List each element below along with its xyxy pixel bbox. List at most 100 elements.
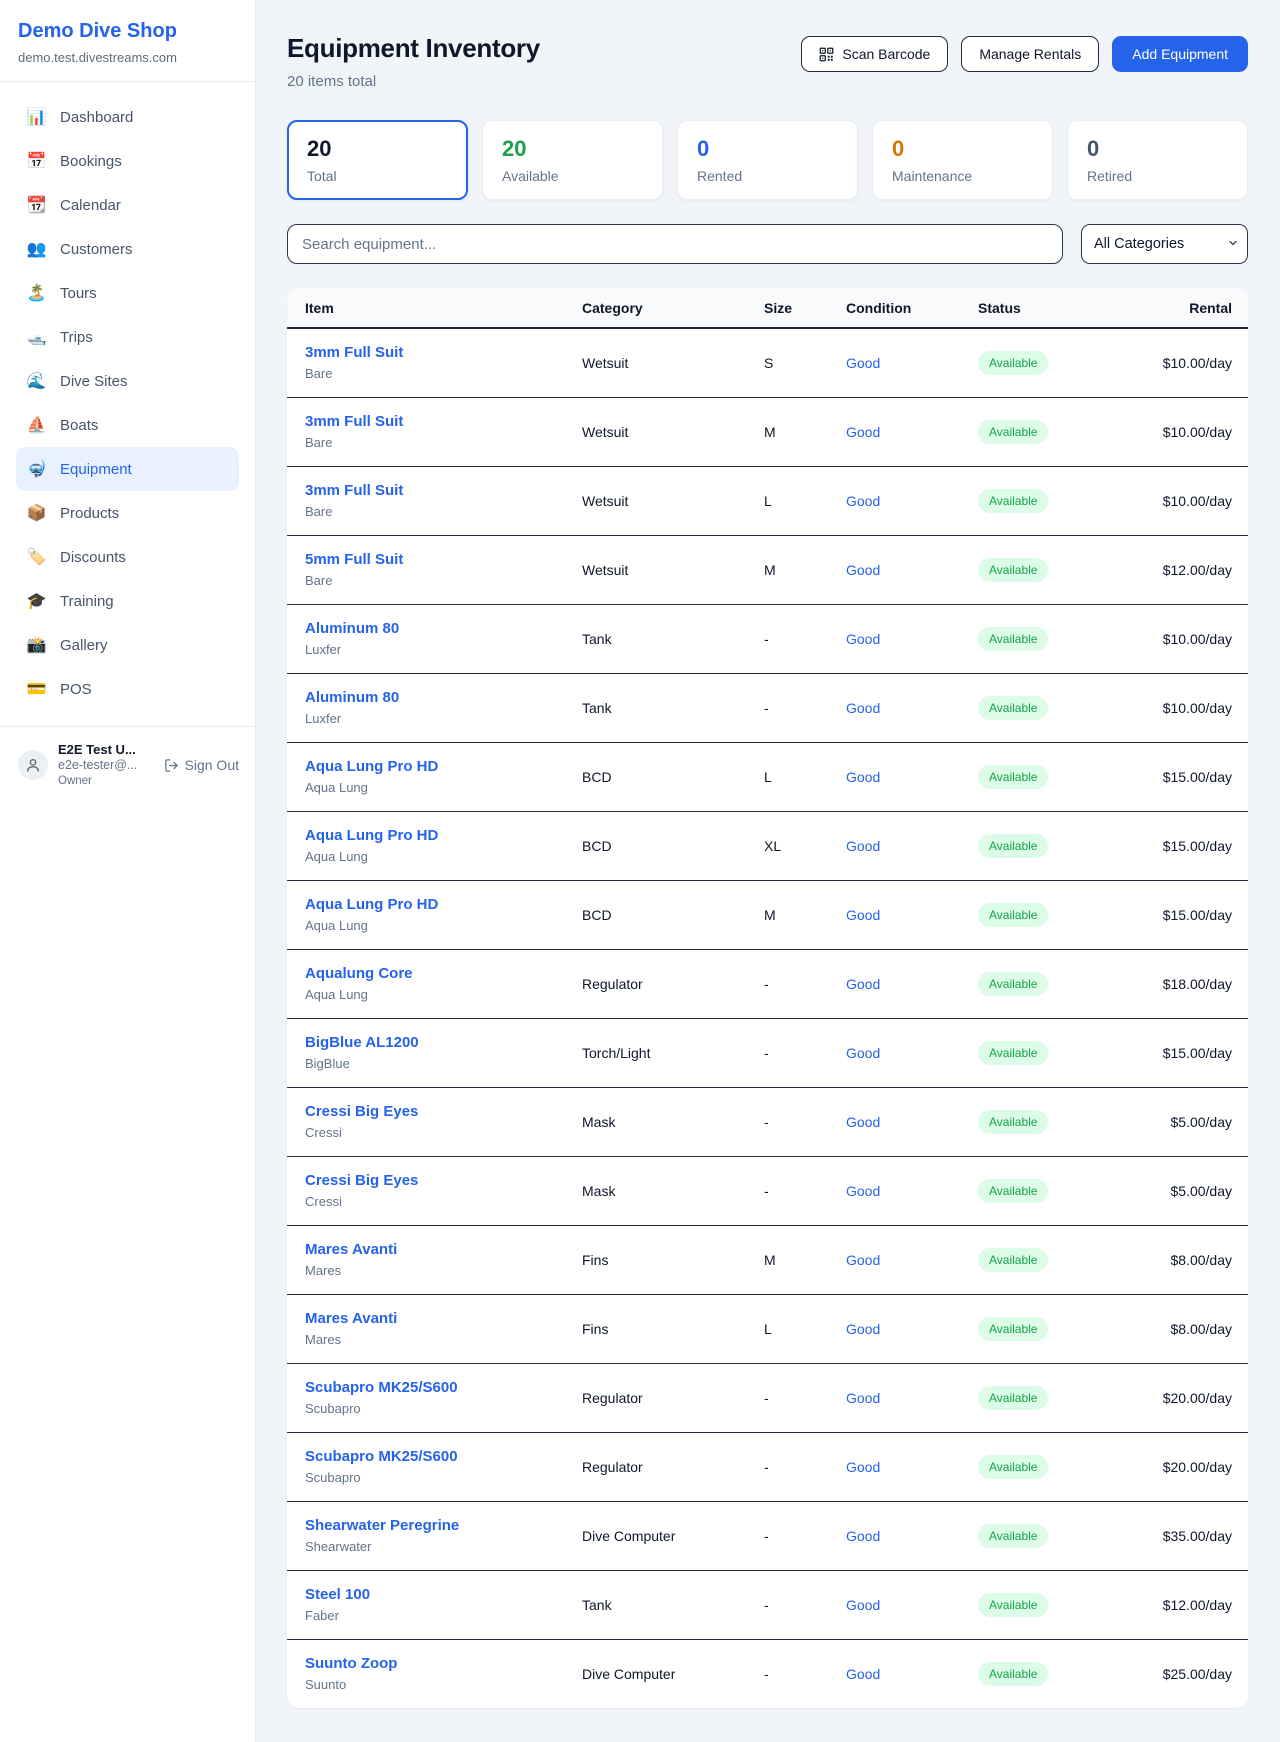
item-name-link[interactable]: Aqua Lung Pro HD bbox=[305, 758, 582, 776]
sidebar-item-discounts[interactable]: 🏷️ Discounts bbox=[16, 535, 239, 579]
sidebar-item-dashboard[interactable]: 📊 Dashboard bbox=[16, 95, 239, 139]
status-badge: Available bbox=[978, 1248, 1048, 1272]
table-row[interactable]: Mares Avanti Mares Fins L Good Available… bbox=[287, 1294, 1248, 1363]
item-name-link[interactable]: Shearwater Peregrine bbox=[305, 1517, 582, 1535]
page-header: Equipment Inventory 20 items total Scan … bbox=[287, 33, 1248, 90]
table-row[interactable]: Cressi Big Eyes Cressi Mask - Good Avail… bbox=[287, 1156, 1248, 1225]
condition-link[interactable]: Good bbox=[846, 1183, 880, 1199]
table-row[interactable]: Aqualung Core Aqua Lung Regulator - Good… bbox=[287, 949, 1248, 1018]
item-category: BCD bbox=[582, 742, 764, 811]
sidebar-item-products[interactable]: 📦 Products bbox=[16, 491, 239, 535]
sidebar-item-training[interactable]: 🎓 Training bbox=[16, 579, 239, 623]
item-name-link[interactable]: 3mm Full Suit bbox=[305, 344, 582, 362]
item-name-link[interactable]: 3mm Full Suit bbox=[305, 482, 582, 500]
table-row[interactable]: Mares Avanti Mares Fins M Good Available… bbox=[287, 1225, 1248, 1294]
item-name-link[interactable]: 5mm Full Suit bbox=[305, 551, 582, 569]
condition-link[interactable]: Good bbox=[846, 976, 880, 992]
stat-card-total[interactable]: 20 Total bbox=[287, 120, 468, 200]
table-row[interactable]: Aqua Lung Pro HD Aqua Lung BCD M Good Av… bbox=[287, 880, 1248, 949]
stat-card-rented[interactable]: 0 Rented bbox=[677, 120, 858, 200]
item-name-link[interactable]: Mares Avanti bbox=[305, 1241, 582, 1259]
sidebar-item-gallery[interactable]: 📸 Gallery bbox=[16, 623, 239, 667]
table-row[interactable]: Aqua Lung Pro HD Aqua Lung BCD L Good Av… bbox=[287, 742, 1248, 811]
sidebar-item-bookings[interactable]: 📅 Bookings bbox=[16, 139, 239, 183]
item-name-link[interactable]: Cressi Big Eyes bbox=[305, 1172, 582, 1190]
condition-link[interactable]: Good bbox=[846, 631, 880, 647]
table-row[interactable]: Shearwater Peregrine Shearwater Dive Com… bbox=[287, 1501, 1248, 1570]
sidebar-item-boats[interactable]: ⛵ Boats bbox=[16, 403, 239, 447]
sidebar-item-equipment[interactable]: 🤿 Equipment bbox=[16, 447, 239, 491]
table-row[interactable]: Scubapro MK25/S600 Scubapro Regulator - … bbox=[287, 1363, 1248, 1432]
sidebar-item-label: Training bbox=[60, 593, 114, 610]
item-name-link[interactable]: Steel 100 bbox=[305, 1586, 582, 1604]
condition-link[interactable]: Good bbox=[846, 838, 880, 854]
table-row[interactable]: Cressi Big Eyes Cressi Mask - Good Avail… bbox=[287, 1087, 1248, 1156]
item-name-link[interactable]: Suunto Zoop bbox=[305, 1655, 582, 1673]
item-name-link[interactable]: Aluminum 80 bbox=[305, 689, 582, 707]
item-name-link[interactable]: Scubapro MK25/S600 bbox=[305, 1379, 582, 1397]
condition-link[interactable]: Good bbox=[846, 700, 880, 716]
table-row[interactable]: Aluminum 80 Luxfer Tank - Good Available… bbox=[287, 604, 1248, 673]
condition-link[interactable]: Good bbox=[846, 1045, 880, 1061]
item-size: M bbox=[764, 1225, 846, 1294]
condition-link[interactable]: Good bbox=[846, 769, 880, 785]
scan-barcode-button[interactable]: Scan Barcode bbox=[801, 36, 948, 72]
status-badge: Available bbox=[978, 1386, 1048, 1410]
sidebar-item-customers[interactable]: 👥 Customers bbox=[16, 227, 239, 271]
table-row[interactable]: 3mm Full Suit Bare Wetsuit S Good Availa… bbox=[287, 328, 1248, 397]
table-row[interactable]: BigBlue AL1200 BigBlue Torch/Light - Goo… bbox=[287, 1018, 1248, 1087]
table-row[interactable]: Suunto Zoop Suunto Dive Computer - Good … bbox=[287, 1639, 1248, 1708]
stat-value: 20 bbox=[502, 136, 643, 162]
manage-rentals-button[interactable]: Manage Rentals bbox=[961, 36, 1099, 72]
item-name-link[interactable]: Aqualung Core bbox=[305, 965, 582, 983]
table-row[interactable]: 3mm Full Suit Bare Wetsuit M Good Availa… bbox=[287, 397, 1248, 466]
item-name-link[interactable]: Aqua Lung Pro HD bbox=[305, 827, 582, 845]
condition-link[interactable]: Good bbox=[846, 1528, 880, 1544]
item-name-link[interactable]: Cressi Big Eyes bbox=[305, 1103, 582, 1121]
item-name-link[interactable]: Aluminum 80 bbox=[305, 620, 582, 638]
category-select[interactable]: All Categories bbox=[1081, 224, 1248, 264]
item-name-link[interactable]: Mares Avanti bbox=[305, 1310, 582, 1328]
condition-link[interactable]: Good bbox=[846, 562, 880, 578]
item-name-link[interactable]: Aqua Lung Pro HD bbox=[305, 896, 582, 914]
table-row[interactable]: Aluminum 80 Luxfer Tank - Good Available… bbox=[287, 673, 1248, 742]
sign-out-button[interactable]: Sign Out bbox=[164, 757, 239, 773]
table-row[interactable]: Scubapro MK25/S600 Scubapro Regulator - … bbox=[287, 1432, 1248, 1501]
condition-link[interactable]: Good bbox=[846, 1114, 880, 1130]
title-block: Equipment Inventory 20 items total bbox=[287, 33, 540, 90]
condition-link[interactable]: Good bbox=[846, 907, 880, 923]
search-input[interactable] bbox=[287, 224, 1063, 264]
table-row[interactable]: Aqua Lung Pro HD Aqua Lung BCD XL Good A… bbox=[287, 811, 1248, 880]
condition-link[interactable]: Good bbox=[846, 1252, 880, 1268]
item-size: - bbox=[764, 1639, 846, 1708]
sidebar-item-trips[interactable]: 🛥️ Trips bbox=[16, 315, 239, 359]
stat-card-available[interactable]: 20 Available bbox=[482, 120, 663, 200]
sidebar-item-dive-sites[interactable]: 🌊 Dive Sites bbox=[16, 359, 239, 403]
add-equipment-button[interactable]: Add Equipment bbox=[1112, 36, 1248, 72]
item-size: - bbox=[764, 1087, 846, 1156]
item-rental-rate: $8.00/day bbox=[1128, 1294, 1248, 1363]
sidebar-item-tours[interactable]: 🏝️ Tours bbox=[16, 271, 239, 315]
item-name-link[interactable]: 3mm Full Suit bbox=[305, 413, 582, 431]
sidebar-item-pos[interactable]: 💳 POS bbox=[16, 667, 239, 711]
item-category: Wetsuit bbox=[582, 397, 764, 466]
condition-link[interactable]: Good bbox=[846, 1597, 880, 1613]
condition-link[interactable]: Good bbox=[846, 1321, 880, 1337]
condition-link[interactable]: Good bbox=[846, 424, 880, 440]
brand-name[interactable]: Demo Dive Shop bbox=[18, 20, 237, 43]
table-row[interactable]: Steel 100 Faber Tank - Good Available $1… bbox=[287, 1570, 1248, 1639]
table-row[interactable]: 5mm Full Suit Bare Wetsuit M Good Availa… bbox=[287, 535, 1248, 604]
condition-link[interactable]: Good bbox=[846, 1666, 880, 1682]
stat-card-maintenance[interactable]: 0 Maintenance bbox=[872, 120, 1053, 200]
table-row[interactable]: 3mm Full Suit Bare Wetsuit L Good Availa… bbox=[287, 466, 1248, 535]
item-rental-rate: $5.00/day bbox=[1128, 1156, 1248, 1225]
item-name-link[interactable]: BigBlue AL1200 bbox=[305, 1034, 582, 1052]
sidebar-item-calendar[interactable]: 📆 Calendar bbox=[16, 183, 239, 227]
stat-card-retired[interactable]: 0 Retired bbox=[1067, 120, 1248, 200]
condition-link[interactable]: Good bbox=[846, 493, 880, 509]
condition-link[interactable]: Good bbox=[846, 1459, 880, 1475]
condition-link[interactable]: Good bbox=[846, 355, 880, 371]
products-icon: 📦 bbox=[26, 503, 47, 523]
condition-link[interactable]: Good bbox=[846, 1390, 880, 1406]
item-name-link[interactable]: Scubapro MK25/S600 bbox=[305, 1448, 582, 1466]
